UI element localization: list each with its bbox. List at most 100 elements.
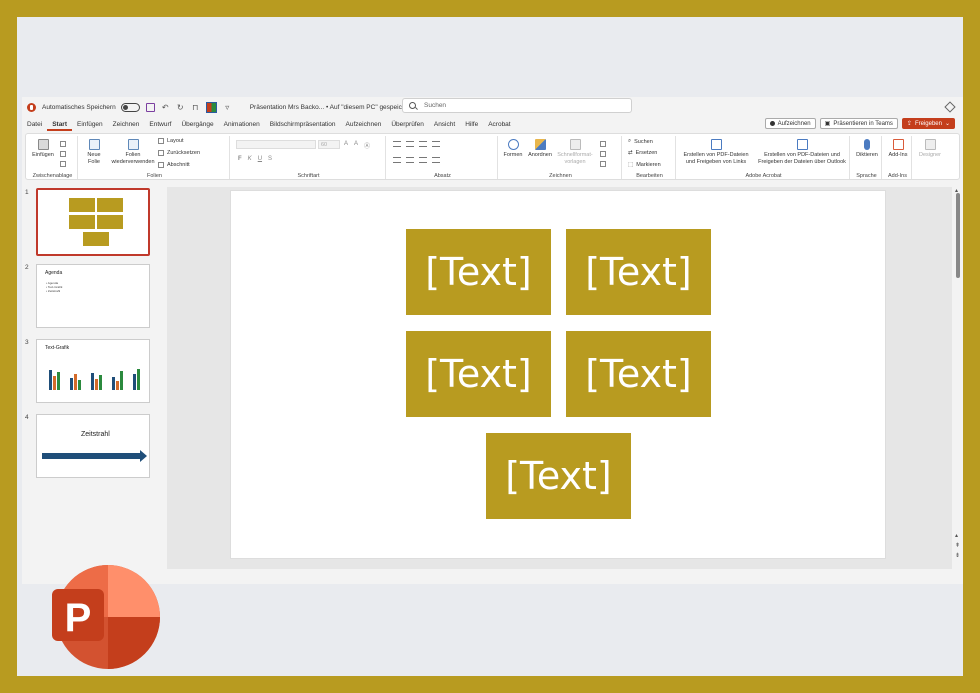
- numbering-icon[interactable]: [406, 141, 414, 147]
- replace-label: Ersetzen: [635, 150, 658, 156]
- find-button[interactable]: ⌕ Suchen: [628, 138, 653, 145]
- justify-icon[interactable]: [432, 157, 440, 163]
- italic-button[interactable]: K: [248, 156, 252, 162]
- grow-font-icon[interactable]: A: [344, 141, 348, 150]
- shape-fill-icon[interactable]: [600, 141, 606, 147]
- designer-button[interactable]: Designer: [916, 139, 944, 159]
- create-pdf-links-button[interactable]: Erstellen von PDF-Dateien und Freigeben …: [680, 139, 752, 165]
- slide-thumbnail-3[interactable]: Text-Grafik: [36, 339, 150, 403]
- text-box[interactable]: [Text]: [566, 229, 711, 315]
- pdf-link-icon: [710, 139, 722, 150]
- record-button[interactable]: Aufzeichnen: [764, 118, 816, 129]
- tab-bildschirmpraesentation[interactable]: Bildschirmpräsentation: [265, 118, 341, 131]
- group-acrobat: Erstellen von PDF-Dateien und Freigeben …: [678, 136, 850, 179]
- group-paragraph: Absatz: [388, 136, 498, 179]
- increase-indent-icon[interactable]: [432, 141, 440, 147]
- decrease-indent-icon[interactable]: [419, 141, 427, 147]
- quick-styles-button[interactable]: Schnellformat-vorlagen: [556, 139, 594, 165]
- share-button[interactable]: ⇪ Freigeben ⌄: [901, 118, 955, 129]
- slide-thumbnail-4[interactable]: Zeitstrahl: [36, 414, 150, 478]
- align-left-icon[interactable]: [393, 157, 401, 163]
- dictate-label: Diktieren: [856, 152, 878, 158]
- create-pdf-outlook-button[interactable]: Erstellen von PDF-Dateien und Freigeben …: [756, 139, 848, 165]
- layout-button[interactable]: Layout: [158, 138, 184, 144]
- cut-icon[interactable]: [60, 141, 66, 147]
- copy-icon[interactable]: [60, 151, 66, 157]
- slide-thumbnail-1[interactable]: [36, 188, 150, 256]
- tab-ueberpruefen[interactable]: Überprüfen: [386, 118, 429, 131]
- theme-color-icon[interactable]: [205, 101, 217, 113]
- next-slide-icon[interactable]: ⇟: [955, 552, 960, 559]
- clear-format-icon[interactable]: Ⓐ: [364, 141, 370, 150]
- thumb-bar: [49, 370, 52, 390]
- tab-datei[interactable]: Datei: [22, 118, 47, 131]
- customize-toolbar-icon[interactable]: ▿: [223, 103, 232, 112]
- tab-hilfe[interactable]: Hilfe: [460, 118, 483, 131]
- addins-button[interactable]: Add-Ins: [886, 139, 910, 159]
- current-slide[interactable]: [Text] [Text] [Text] [Text] [Text]: [230, 190, 886, 559]
- new-slide-button[interactable]: Neue Folie: [82, 139, 106, 165]
- present-icon[interactable]: ⊓: [191, 103, 200, 112]
- align-right-icon[interactable]: [419, 157, 427, 163]
- ribbon-tabs: Datei Start Einfügen Zeichnen Entwurf Üb…: [22, 118, 963, 131]
- shapes-button[interactable]: Formen: [502, 139, 524, 159]
- select-button[interactable]: ⬚ Markieren: [628, 162, 661, 168]
- reuse-slides-button[interactable]: Folien wiederverwenden: [110, 139, 156, 165]
- autosave-toggle[interactable]: [120, 102, 140, 112]
- reset-icon: [158, 150, 164, 156]
- tab-ansicht[interactable]: Ansicht: [429, 118, 460, 131]
- shadow-button[interactable]: S: [268, 156, 272, 162]
- find-icon: ⌕: [628, 138, 632, 144]
- redo-icon[interactable]: ↻: [176, 103, 185, 112]
- font-size-field[interactable]: 60: [318, 140, 340, 149]
- copilot-icon[interactable]: [944, 101, 956, 113]
- thumb-box: [97, 215, 123, 229]
- replace-button[interactable]: ⇄ Ersetzen: [628, 150, 657, 156]
- font-name-field[interactable]: [236, 140, 316, 149]
- teams-icon: ▣: [824, 121, 831, 127]
- tab-animationen[interactable]: Animationen: [219, 118, 265, 131]
- paste-button[interactable]: Einfügen: [32, 139, 54, 159]
- tab-uebergaenge[interactable]: Übergänge: [176, 118, 218, 131]
- thumb-bar: [120, 371, 123, 390]
- scroll-thumb[interactable]: [956, 193, 960, 278]
- shape-outline-icon[interactable]: [600, 151, 606, 157]
- scroll-up-icon[interactable]: ▴: [955, 532, 958, 539]
- dictate-button[interactable]: Diktieren: [853, 139, 881, 159]
- text-box[interactable]: [Text]: [406, 331, 551, 417]
- tab-aufzeichnen[interactable]: Aufzeichnen: [341, 118, 387, 131]
- previous-slide-icon[interactable]: ⇞: [955, 542, 960, 549]
- tab-entwurf[interactable]: Entwurf: [144, 118, 176, 131]
- section-button[interactable]: Abschnitt: [158, 162, 190, 168]
- underline-button[interactable]: U: [258, 156, 262, 162]
- shape-effects-icon[interactable]: [600, 161, 606, 167]
- search-box[interactable]: Suchen: [402, 98, 632, 113]
- bullets-icon[interactable]: [393, 141, 401, 147]
- arrange-button[interactable]: Anordnen: [527, 139, 553, 159]
- thumb-bar: [95, 379, 98, 390]
- align-center-icon[interactable]: [406, 157, 414, 163]
- present-teams-button[interactable]: ▣ Präsentieren in Teams: [819, 118, 898, 129]
- reset-button[interactable]: Zurücksetzen: [158, 150, 200, 156]
- tab-zeichnen[interactable]: Zeichnen: [108, 118, 145, 131]
- chevron-down-icon: ⌄: [944, 121, 950, 127]
- tab-acrobat[interactable]: Acrobat: [483, 118, 515, 131]
- format-painter-icon[interactable]: [60, 161, 66, 167]
- addins-label: Add-Ins: [888, 152, 908, 158]
- slide-thumbnail-2[interactable]: Agenda • Agenda • Text-Grafik • Zeitstra…: [36, 264, 150, 328]
- undo-icon[interactable]: ↶: [161, 103, 170, 112]
- group-font: 60 A A Ⓐ F K U S Schriftart: [232, 136, 386, 179]
- save-icon[interactable]: [145, 102, 155, 112]
- tab-einfuegen[interactable]: Einfügen: [72, 118, 108, 131]
- tab-start[interactable]: Start: [47, 118, 72, 131]
- thumb-title: Text-Grafik: [45, 345, 70, 351]
- thumb-bar: [112, 377, 115, 390]
- document-title[interactable]: Präsentation Mrs Backo... • Auf "diesem …: [250, 103, 421, 111]
- font-size-controls: A A Ⓐ: [344, 141, 370, 150]
- text-box[interactable]: [Text]: [486, 433, 631, 519]
- text-box[interactable]: [Text]: [406, 229, 551, 315]
- text-box[interactable]: [Text]: [566, 331, 711, 417]
- shrink-font-icon[interactable]: A: [354, 141, 358, 150]
- bold-button[interactable]: F: [238, 156, 242, 162]
- vertical-scrollbar[interactable]: ▴ ▴ ⇞ ⇟: [954, 187, 963, 569]
